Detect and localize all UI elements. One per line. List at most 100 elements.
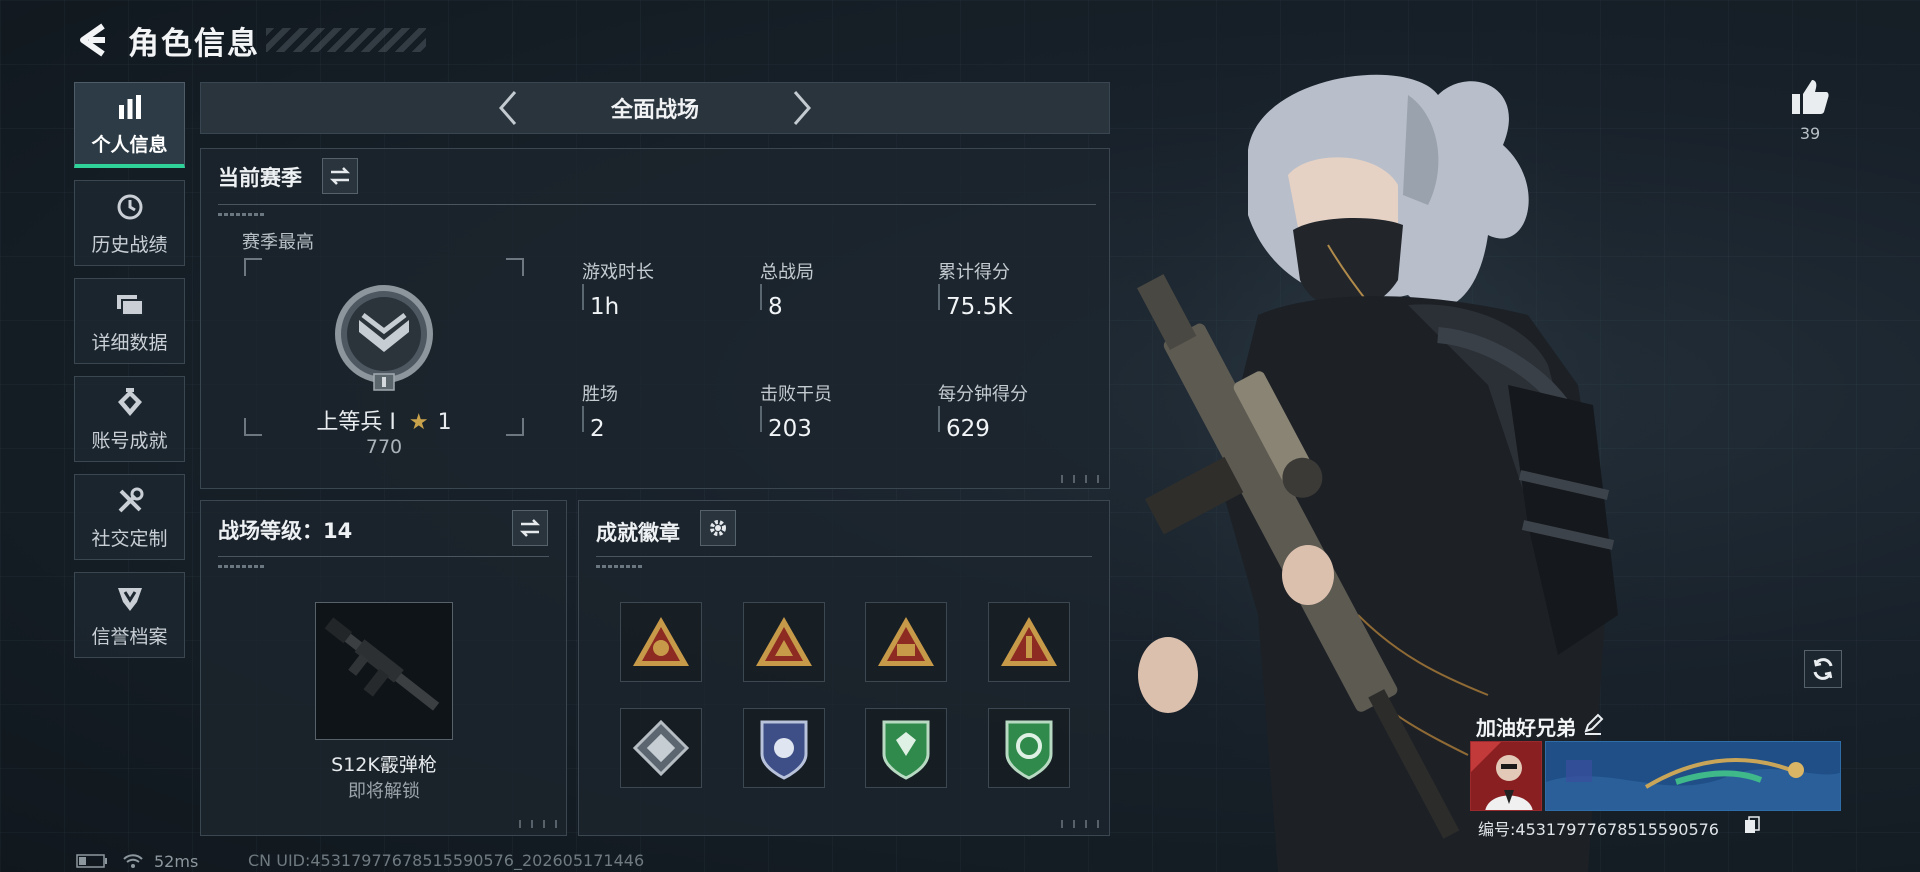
avatar[interactable] [1470, 741, 1542, 811]
green-shield-medal-icon [1005, 720, 1053, 780]
player-name: 加油好兄弟 [1476, 716, 1576, 740]
tools-icon [113, 484, 147, 518]
stat-marker [582, 284, 584, 310]
rank-points: 770 [365, 436, 403, 458]
stat-label: 总战局 [760, 262, 814, 283]
copy-icon [1745, 816, 1760, 833]
thumbs-up-icon [1792, 80, 1829, 114]
stat-total-score: 累计得分 75.5K [938, 258, 1012, 320]
panel-corner-decoration [1058, 820, 1104, 828]
season-switch-button[interactable] [322, 158, 358, 194]
chevron-right-icon [793, 91, 811, 125]
history-clock-icon [113, 190, 147, 224]
panel-corner-decoration [1058, 475, 1104, 483]
player-uid: 编号:4531797767851559057​6 [1478, 820, 1719, 839]
like-button[interactable]: 39 [1788, 78, 1832, 143]
sidebar-item-label: 详细数据 [91, 331, 168, 354]
medal-slot-6[interactable] [743, 708, 825, 788]
refresh-button[interactable] [1804, 650, 1842, 688]
triangle-medal-icon [1001, 617, 1057, 666]
green-shield-medal-icon [882, 720, 930, 780]
triangle-medal-icon [633, 617, 689, 666]
divider-decoration [218, 213, 264, 216]
battery-icon [76, 854, 107, 868]
medal-slot-5[interactable] [620, 708, 702, 788]
season-divider [218, 204, 1096, 205]
season-best-label: 赛季最高 [242, 232, 314, 253]
chevron-left-icon [499, 91, 517, 125]
sidebar-item-detailed-data[interactable]: 详细数据 [74, 278, 185, 364]
stat-score-per-minute: 每分钟得分 629 [938, 380, 1028, 442]
edit-name-button[interactable] [1582, 713, 1606, 737]
level-divider [218, 556, 549, 557]
bar-chart-icon [113, 90, 147, 124]
sidebar-item-credit-record[interactable]: 信誉档案 [74, 572, 185, 658]
mode-prev-button[interactable] [486, 86, 530, 130]
mode-selector: 全面战场 [200, 82, 1110, 134]
stat-play-time: 游戏时长 1h [582, 258, 654, 320]
diamond-medal-icon [632, 719, 690, 777]
stat-marker [760, 406, 762, 432]
page-title: 角色信息 [128, 25, 260, 62]
medal-slot-8[interactable] [988, 708, 1070, 788]
ping-value: 52ms [154, 851, 199, 871]
season-title: 当前赛季 [218, 166, 302, 190]
triangle-medal-icon [878, 617, 934, 666]
stat-total-matches: 总战局 8 [760, 258, 814, 320]
sidebar-item-label: 个人信息 [91, 134, 168, 156]
stat-label: 累计得分 [938, 262, 1010, 283]
medal-slot-7[interactable] [865, 708, 947, 788]
sidebar-item-social-custom[interactable]: 社交定制 [74, 474, 185, 560]
weapon-status: 即将解锁 [348, 781, 420, 802]
achievement-icon [113, 386, 147, 420]
stat-operators-defeated: 击败干员 203 [760, 380, 832, 442]
medal-slot-2[interactable] [743, 602, 825, 682]
stat-label: 每分钟得分 [938, 384, 1028, 405]
sidebar-item-account-achievements[interactable]: 账号成就 [74, 376, 185, 462]
sidebar-item-history[interactable]: 历史战绩 [74, 180, 185, 266]
stat-marker [938, 406, 940, 432]
stat-label: 游戏时长 [582, 262, 654, 283]
medal-slot-1[interactable] [620, 602, 702, 682]
stat-label: 击败干员 [760, 384, 832, 405]
triangle-medal-icon [756, 617, 812, 666]
folders-icon [113, 288, 147, 322]
pencil-icon [1584, 713, 1604, 735]
mode-name: 全面战场 [610, 98, 699, 123]
copy-uid-button[interactable] [1744, 816, 1762, 836]
wifi-icon [123, 854, 143, 868]
stat-value: 75.5K [946, 294, 1013, 320]
sidebar-item-label: 账号成就 [91, 429, 168, 452]
back-button[interactable] [72, 19, 114, 61]
refresh-icon [1813, 658, 1833, 680]
profile-banner[interactable] [1545, 741, 1841, 811]
swap-icon [519, 519, 541, 537]
weapon-reward-card[interactable] [315, 602, 453, 740]
medal-slot-3[interactable] [865, 602, 947, 682]
stat-marker [582, 406, 584, 432]
sidebar-item-label: 历史战绩 [91, 233, 168, 256]
divider-decoration [596, 565, 642, 568]
achievement-title: 成就徽章 [596, 521, 680, 545]
divider-decoration [218, 565, 264, 568]
frame-corner [244, 258, 262, 276]
stat-label: 胜场 [582, 384, 618, 405]
sidebar-item-personal-info[interactable]: 个人信息 [74, 82, 185, 168]
panel-corner-decoration [516, 820, 562, 828]
sidebar-item-label: 社交定制 [91, 527, 168, 550]
frame-corner [506, 258, 524, 276]
stat-marker [938, 284, 940, 310]
page-header: 角色信息 [72, 18, 426, 62]
star-icon: ★ [408, 410, 429, 435]
achievement-divider [596, 556, 1092, 557]
achievement-settings-button[interactable] [700, 510, 736, 546]
shotgun-icon [324, 617, 440, 711]
stat-value: 2 [590, 416, 605, 442]
level-switch-button[interactable] [512, 510, 548, 546]
rank-stars: 1 [437, 410, 452, 435]
mode-next-button[interactable] [780, 86, 824, 130]
battlefield-level-title: 战场等级：14 [218, 519, 353, 543]
stat-marker [760, 284, 762, 310]
medal-slot-4[interactable] [988, 602, 1070, 682]
stat-value: 629 [946, 416, 990, 442]
